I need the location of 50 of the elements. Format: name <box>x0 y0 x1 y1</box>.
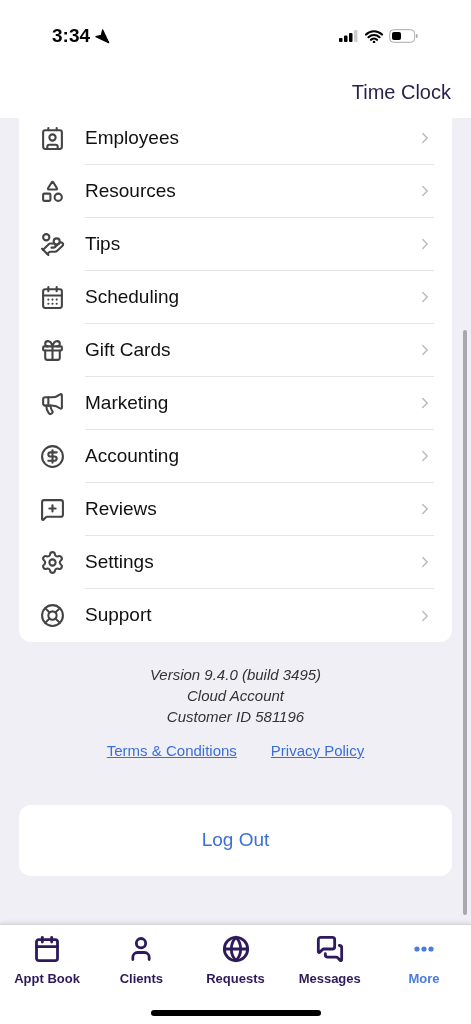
time-clock-button[interactable]: Time Clock <box>351 77 451 107</box>
menu-item[interactable]: Employees <box>19 118 452 165</box>
lifebuoy-icon <box>40 603 65 628</box>
tab-item[interactable]: Appt Book <box>0 935 95 989</box>
settings-icon <box>40 550 65 575</box>
status-time: 3:34 <box>52 23 91 48</box>
menu-label: Reviews <box>85 496 158 521</box>
info-text: Cloud Account <box>187 687 284 705</box>
tab-item[interactable]: More <box>376 935 471 989</box>
log-out-button[interactable]: Log Out <box>19 804 452 876</box>
calendar-icon <box>40 285 65 310</box>
tab-item[interactable]: Clients <box>94 935 189 989</box>
signal-icon <box>339 30 359 42</box>
chat-icon <box>315 935 344 963</box>
battery-icon <box>389 29 419 43</box>
location-arrow-icon <box>94 28 111 44</box>
hand-coin-icon <box>40 232 65 257</box>
menu-label: Accounting <box>85 443 180 468</box>
tab-item[interactable]: Requests <box>188 935 283 989</box>
info-text: Version 9.4.0 (build 3495) <box>149 666 322 684</box>
menu-item[interactable]: Settings <box>19 536 452 589</box>
more-icon <box>413 946 434 952</box>
menu-label: Tips <box>85 231 122 256</box>
menu-item[interactable]: Reviews <box>19 483 452 536</box>
footer-link[interactable]: Privacy Policy <box>270 740 365 763</box>
menu-item[interactable]: Tips <box>19 218 452 271</box>
menu-label: Settings <box>85 549 155 574</box>
menu-item[interactable]: Support <box>19 589 452 642</box>
menu-label: Resources <box>85 178 177 203</box>
id-card-icon <box>40 126 65 151</box>
menu-item[interactable]: Marketing <box>19 377 452 430</box>
gift-icon <box>40 338 65 363</box>
globe-icon <box>221 935 250 963</box>
megaphone-icon <box>40 391 65 416</box>
tab-item[interactable]: Messages <box>282 935 377 989</box>
menu-item[interactable]: Accounting <box>19 430 452 483</box>
menu-label: Gift Cards <box>85 337 172 362</box>
dollar-circle-icon <box>40 444 65 469</box>
shapes-icon <box>40 179 65 204</box>
info-text: Customer ID 581196 <box>166 708 305 726</box>
wifi-icon <box>365 29 383 43</box>
menu-label: Employees <box>85 125 180 150</box>
menu-item[interactable]: Scheduling <box>19 271 452 324</box>
menu-label: Support <box>85 603 153 628</box>
menu-item[interactable]: Resources <box>19 165 452 218</box>
calendar-icon <box>33 935 62 963</box>
menu-label: Marketing <box>85 390 170 415</box>
menu-item[interactable]: Gift Cards <box>19 324 452 377</box>
menu-label: Scheduling <box>85 284 181 309</box>
footer-link[interactable]: Terms & Conditions <box>106 740 237 763</box>
